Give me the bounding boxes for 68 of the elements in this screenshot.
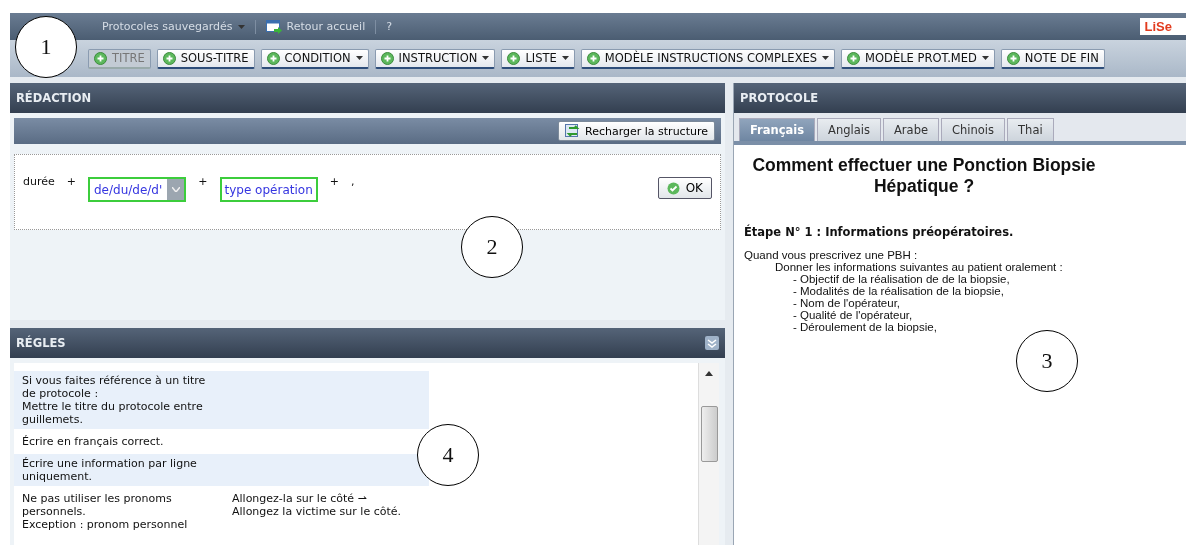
rule-text: Ne pas utiliser les pronoms: [22, 492, 173, 505]
caret-icon: [981, 56, 989, 60]
caret-icon: [561, 56, 569, 60]
rule-text: personnels.: [22, 505, 87, 518]
protocol-line: Donner les informations suivantes au patient oralement :: [775, 261, 1064, 273]
reload-button[interactable]: Recharger la structure: [558, 121, 715, 141]
caret-icon: [482, 56, 490, 60]
collapse-icon[interactable]: [705, 336, 719, 350]
protocol-line: - Nom de l'opérateur,: [793, 297, 902, 309]
caret-icon: [355, 56, 363, 60]
language-tab[interactable]: Thai: [1007, 118, 1054, 141]
panel-header: RÉDACTION: [10, 83, 725, 113]
plus-icon: [1006, 51, 1020, 65]
rule-text: guillemets.: [22, 413, 84, 426]
input-field[interactable]: type opération: [219, 177, 318, 202]
menu-item[interactable]: Protocoles sauvegardés: [102, 20, 245, 33]
caret-icon: [822, 56, 830, 60]
plus-icon: [847, 51, 861, 65]
check-icon: [666, 181, 680, 195]
example-text: Allongez-la sur le côté ⇀: [232, 492, 368, 505]
protocol-line: Quand vous prescrivez une PBH :: [744, 249, 919, 261]
plus-icon: [266, 51, 280, 65]
toolbar-button[interactable]: LISTE: [501, 48, 575, 69]
protocol-title: Comment effectuer une Ponction Biopsie Hépatique ?: [751, 155, 1097, 197]
menu-item[interactable]: ?: [386, 20, 393, 33]
plus-icon: [586, 51, 600, 65]
ok-button[interactable]: OK: [657, 177, 712, 199]
scrollbar[interactable]: [698, 363, 719, 545]
protocol-line: - Objectif de la réalisation de de la biopsie,: [793, 273, 1011, 285]
language-tab[interactable]: Chinois: [941, 118, 1006, 141]
plus-icon: [380, 51, 394, 65]
plus-sign: +: [198, 175, 208, 188]
up-arrow-icon[interactable]: [705, 371, 713, 376]
dropdown-field[interactable]: de/du/de/d': [88, 177, 187, 202]
language-tab[interactable]: Arabe: [883, 118, 940, 141]
refresh-icon: [565, 124, 581, 138]
plus-icon: [162, 51, 176, 65]
plus-sign: +: [329, 175, 339, 188]
toolbar-button[interactable]: SOUS-TITRE: [156, 48, 255, 69]
toolbar-button[interactable]: NOTE DE FIN: [1000, 48, 1105, 69]
rule-text: Écrire une information par ligne: [22, 457, 198, 470]
caret-icon: [237, 24, 245, 29]
panel-header: PROTOCOLE: [734, 83, 1186, 113]
protocol-line: - Qualité de l'opérateur,: [793, 309, 914, 321]
panel-title: RÉGLES: [16, 336, 66, 350]
rule-text: Exception : pronom personnel: [22, 518, 189, 531]
protocol-line: - Déroulement de la biopsie,: [793, 321, 938, 333]
rule-text: uniquement.: [22, 470, 93, 483]
toolbar-button[interactable]: MODÈLE INSTRUCTIONS COMPLEXES: [580, 48, 836, 69]
plus-icon: [94, 51, 107, 65]
rule-text: Si vous faites référence à un titre: [22, 374, 207, 387]
protocol-line: - Modalités de la réalisation de la biopsie,: [793, 285, 1005, 297]
toolbar-button[interactable]: INSTRUCTION: [374, 48, 496, 69]
plus-icon: [507, 51, 521, 65]
rule-text: Écrire en français correct.: [22, 435, 165, 448]
rule-text: Mettre le titre du protocole entre: [22, 400, 204, 413]
example-text: Allongez la victime sur le côté.: [232, 505, 401, 518]
step-heading: Étape N° 1 : Informations préopératoires.: [744, 225, 1015, 239]
structure-word: ,: [350, 175, 355, 188]
menu-item[interactable]: Retour accueil: [265, 19, 366, 34]
language-tab[interactable]: Anglais: [817, 118, 881, 141]
rule-text: de protocole :: [22, 387, 100, 400]
structure-word: durée: [23, 175, 55, 188]
logo: LiSe: [1139, 18, 1186, 35]
chevron-icon: [171, 187, 180, 192]
toolbar-button[interactable]: CONDITION: [260, 48, 369, 69]
toolbar-button[interactable]: MODÈLE PROT.MED: [841, 48, 995, 69]
plus-sign: +: [66, 175, 76, 188]
